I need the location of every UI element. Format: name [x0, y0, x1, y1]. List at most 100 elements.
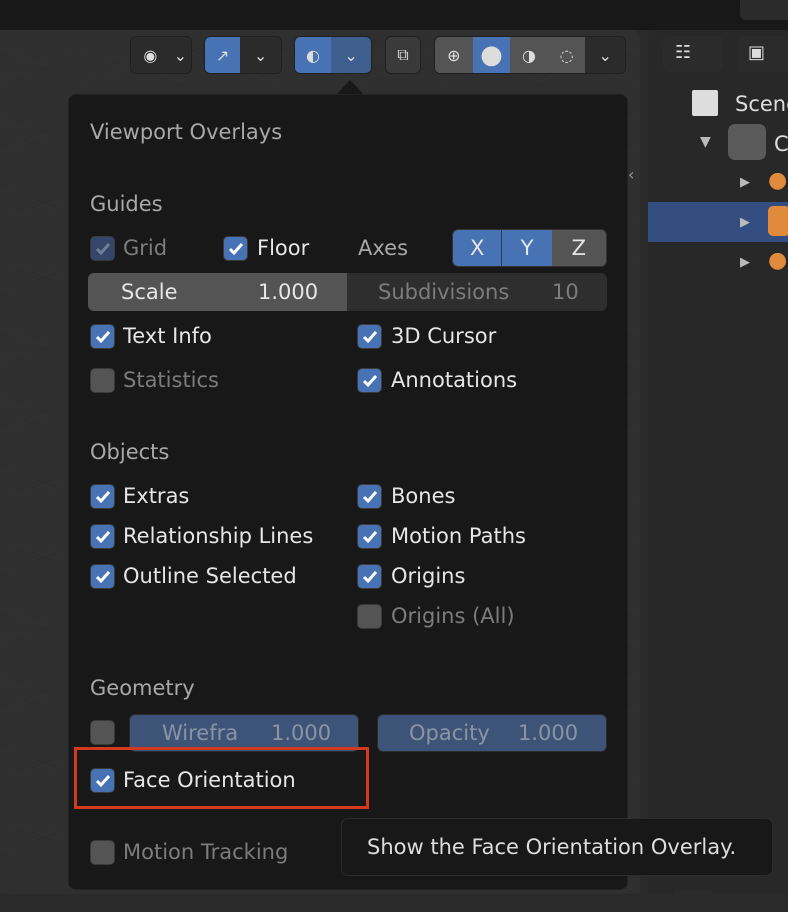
gizmo-toggle-button[interactable]: ↗ ⌄ — [204, 36, 282, 74]
text-info-checkbox[interactable] — [90, 324, 115, 349]
collection-icon — [728, 124, 766, 160]
grid-checkbox[interactable] — [90, 236, 115, 261]
overlays-toggle-button[interactable]: ◐ ⌄ — [294, 36, 372, 74]
checkmark-icon — [362, 374, 377, 387]
outliner-display-mode-button[interactable]: ☷ — [663, 36, 723, 72]
extras-label: Extras — [123, 484, 190, 508]
axis-y-toggle[interactable]: Y — [502, 230, 552, 266]
rendered-shading-icon[interactable]: ◌ — [547, 37, 586, 73]
axis-z-toggle[interactable]: Z — [551, 230, 606, 266]
origins-checkbox[interactable] — [357, 564, 382, 589]
expand-triangle-icon[interactable]: ▶ — [740, 175, 750, 190]
section-heading-geometry: Geometry — [90, 676, 195, 700]
origins-label: Origins — [391, 564, 466, 588]
scale-value: 1.000 — [258, 280, 319, 304]
3d-cursor-label: 3D Cursor — [391, 324, 497, 348]
section-heading-objects: Objects — [90, 440, 170, 464]
motion-paths-label: Motion Paths — [391, 524, 526, 548]
popup-title: Viewport Overlays — [90, 120, 283, 144]
statistics-label: Statistics — [123, 368, 219, 392]
origins-all-checkbox[interactable] — [357, 604, 382, 629]
checkmark-icon — [362, 490, 377, 503]
annotations-checkbox[interactable] — [357, 368, 382, 393]
wireframe-opacity-field[interactable]: Opacity 1.000 — [377, 714, 607, 752]
extras-checkbox[interactable] — [90, 484, 115, 509]
eye-cursor-icon: ◉ — [143, 45, 158, 65]
axis-x-toggle[interactable]: X — [453, 230, 503, 266]
floor-label: Floor — [257, 236, 310, 260]
origins-all-label: Origins (All) — [391, 604, 515, 628]
chevron-down-icon[interactable]: ⌄ — [585, 37, 625, 73]
floor-checkbox[interactable] — [223, 236, 248, 261]
outline-selected-label: Outline Selected — [123, 564, 297, 588]
mesh-icon — [768, 206, 788, 236]
axes-label: Axes — [358, 236, 409, 260]
checkmark-icon — [362, 530, 377, 543]
text-info-label: Text Info — [123, 324, 212, 348]
chevron-down-icon[interactable]: ⌄ — [240, 37, 281, 73]
chevron-down-icon: ⌄ — [173, 45, 188, 65]
image-icon: ▣ — [748, 42, 766, 63]
bones-checkbox[interactable] — [357, 484, 382, 509]
motion-tracking-label: Motion Tracking — [123, 840, 289, 864]
scene-collection-label: Scene — [735, 92, 788, 116]
section-heading-guides: Guides — [90, 192, 163, 216]
tooltip-text: Show the Face Orientation Overlay. — [367, 835, 737, 859]
toggle-button[interactable] — [673, 890, 713, 912]
subdivisions-label: Subdivisions — [378, 280, 510, 304]
checkmark-icon — [95, 530, 110, 543]
shading-mode-group[interactable]: ⊕ ● ◑ ◌ ⌄ — [434, 36, 626, 74]
bones-label: Bones — [391, 484, 456, 508]
wireframe-shading-icon[interactable]: ⊕ — [435, 37, 473, 73]
outline-selected-checkbox[interactable] — [90, 564, 115, 589]
scene-collection-icon — [692, 90, 718, 116]
annotations-label: Annotations — [391, 368, 518, 392]
checkmark-icon — [362, 570, 377, 583]
checkmark-icon — [95, 330, 110, 343]
statistics-checkbox[interactable] — [90, 368, 115, 393]
grid-label: Grid — [123, 236, 168, 260]
expand-triangle-icon[interactable]: ▼ — [700, 134, 711, 150]
outliner-panel: ☷ ▣ Scene ▼ C ▶ ▶ ▶ ● ● — [648, 30, 788, 912]
top-bar — [0, 0, 788, 30]
selectability-visibility-button[interactable]: ◉ ⌄ — [130, 36, 192, 74]
scale-field[interactable]: Scale 1.000 — [88, 273, 347, 311]
collection-label[interactable]: C — [774, 132, 788, 156]
outliner-filter-button[interactable]: ▣ — [738, 36, 788, 72]
editor-type-button[interactable] — [740, 0, 788, 20]
light-icon: ● — [768, 248, 788, 273]
chevron-down-icon[interactable]: ⌄ — [331, 37, 371, 73]
expand-triangle-icon[interactable]: ▶ — [740, 255, 750, 270]
relationship-lines-label: Relationship Lines — [123, 524, 314, 548]
wireframe-label: Wirefra — [162, 721, 239, 745]
checkmark-icon — [95, 242, 110, 255]
wireframe-checkbox[interactable] — [90, 720, 115, 745]
checkmark-icon — [95, 490, 110, 503]
tooltip: Show the Face Orientation Overlay. — [341, 818, 773, 876]
grid-scale-row: Scale 1.000 Subdivisions 10 — [88, 273, 607, 311]
camera-icon: ● — [768, 168, 788, 193]
material-preview-icon[interactable]: ◑ — [510, 37, 548, 73]
motion-tracking-checkbox[interactable] — [90, 840, 115, 865]
subdivisions-value: 10 — [552, 280, 579, 304]
gizmo-icon[interactable]: ↗ — [205, 37, 241, 73]
checkmark-icon — [362, 330, 377, 343]
solid-shading-icon[interactable]: ● — [472, 37, 511, 73]
overlays-icon[interactable]: ◐ — [295, 37, 332, 73]
relationship-lines-checkbox[interactable] — [90, 524, 115, 549]
opacity-value: 1.000 — [518, 721, 579, 745]
axes-toggle-group: X Y Z — [452, 229, 607, 267]
opacity-label: Opacity — [409, 721, 490, 745]
scale-label: Scale — [121, 280, 178, 304]
expand-triangle-icon[interactable]: ▶ — [740, 215, 750, 230]
subdivisions-field[interactable]: Subdivisions 10 — [347, 273, 607, 311]
outliner-tree-icon: ☷ — [675, 42, 692, 63]
checkmark-icon — [95, 570, 110, 583]
xray-toggle-button[interactable]: ⧉ — [385, 36, 421, 74]
motion-paths-checkbox[interactable] — [357, 524, 382, 549]
3d-cursor-checkbox[interactable] — [357, 324, 382, 349]
outliner-selected-row[interactable] — [648, 202, 788, 242]
collapse-sidebar-icon[interactable]: ‹ — [628, 165, 634, 184]
popup-arrow — [336, 80, 364, 95]
highlight-box — [74, 747, 369, 809]
